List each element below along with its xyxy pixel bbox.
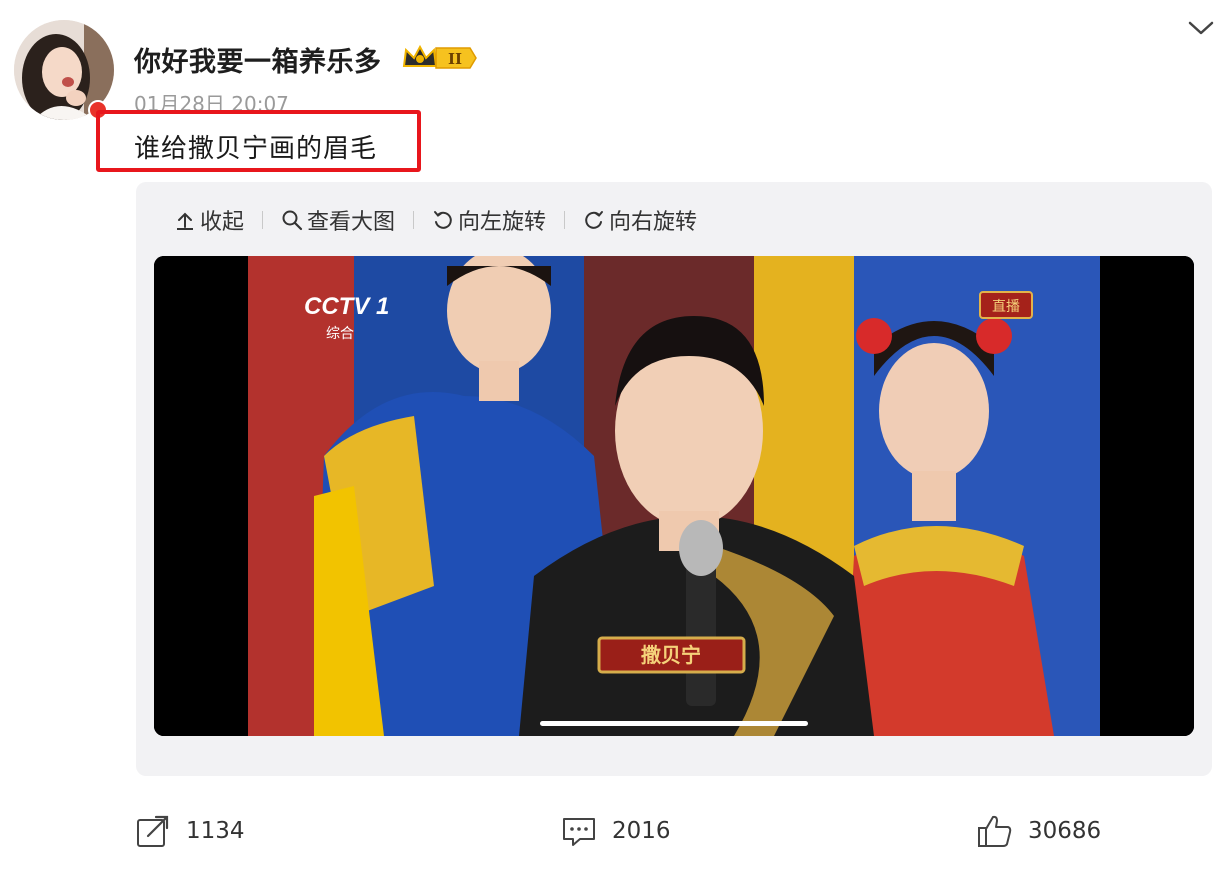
collapse-label: 收起 xyxy=(200,210,245,235)
username[interactable]: 你好我要一箱养乐多 xyxy=(134,40,382,79)
collapse-up-icon xyxy=(177,212,193,230)
rotate-right-icon xyxy=(585,211,604,229)
vip-crown-badge: II xyxy=(402,44,477,69)
comment-icon xyxy=(563,818,595,846)
tv-screenshot-image: 撒贝宁 CCTV 1 综合 直播 xyxy=(154,256,1194,736)
rotate-left-icon xyxy=(434,211,452,229)
rotate-right-button[interactable]: 向右旋转 xyxy=(579,204,701,236)
live-tag: 直播 xyxy=(992,298,1020,315)
like-button[interactable]: 30686 xyxy=(976,812,1101,850)
repost-icon xyxy=(137,815,169,847)
view-large-button[interactable]: 查看大图 xyxy=(277,204,399,236)
image-toolbar: 收起 查看大图 向左旋转 向右旋转 xyxy=(170,200,701,240)
collapse-button[interactable]: 收起 xyxy=(170,204,248,236)
comment-button[interactable]: 2016 xyxy=(560,812,671,850)
repost-button[interactable]: 1134 xyxy=(134,812,245,850)
view-large-label: 查看大图 xyxy=(307,210,396,235)
channel-logo: CCTV 1 xyxy=(304,293,389,320)
thumbs-up-icon xyxy=(978,815,1012,847)
like-count: 30686 xyxy=(1028,818,1102,844)
search-icon xyxy=(282,210,303,231)
name-plate: 撒贝宁 xyxy=(641,643,701,667)
rotate-left-label: 向左旋转 xyxy=(458,210,547,235)
toolbar-divider xyxy=(262,211,264,229)
toolbar-divider xyxy=(564,211,566,229)
vip-level: II xyxy=(448,50,462,68)
repost-count: 1134 xyxy=(186,818,245,844)
post-actions: 1134 2016 30686 xyxy=(0,812,1228,860)
post-image[interactable]: 撒贝宁 CCTV 1 综合 直播 xyxy=(154,256,1194,736)
rotate-left-button[interactable]: 向左旋转 xyxy=(428,204,550,236)
rotate-right-label: 向右旋转 xyxy=(609,210,698,235)
toolbar-divider xyxy=(413,211,415,229)
channel-sub: 综合 xyxy=(326,326,354,342)
comment-count: 2016 xyxy=(612,818,671,844)
post-text: 谁给撒贝宁画的眉毛 xyxy=(134,134,378,164)
chevron-down-icon[interactable] xyxy=(1186,16,1216,40)
